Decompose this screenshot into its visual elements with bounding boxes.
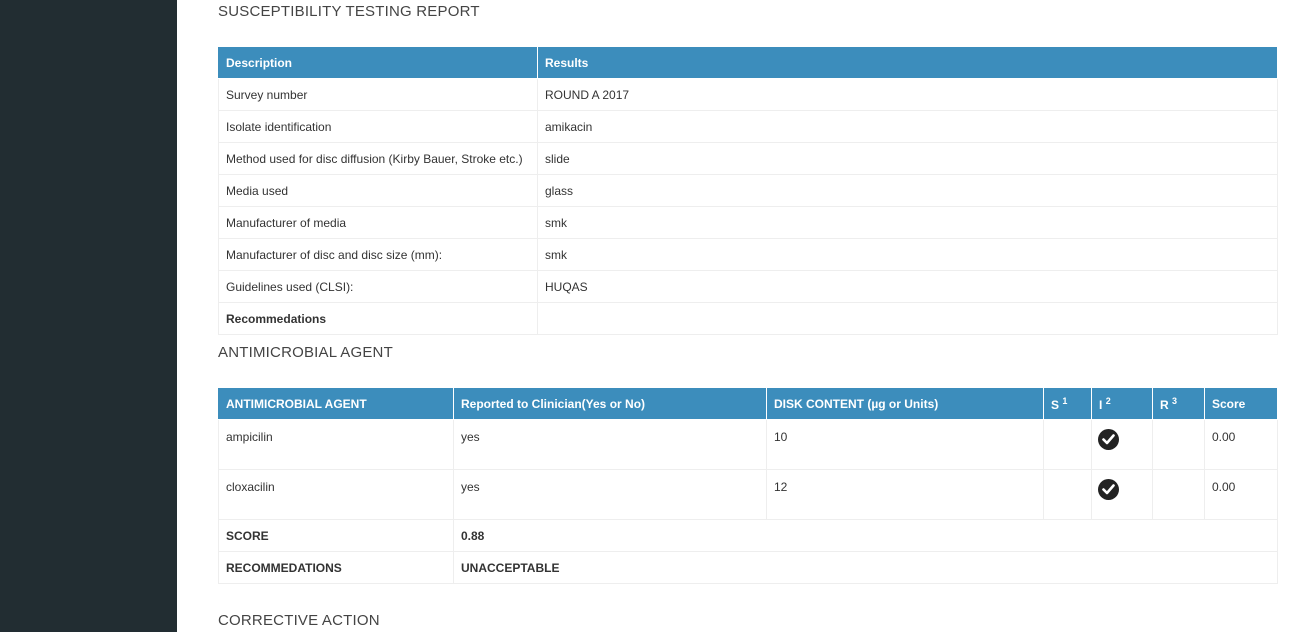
r-superscript: 3 — [1172, 395, 1178, 406]
column-header-agent: ANTIMICROBIAL AGENT — [218, 387, 454, 420]
disk-cell: 10 — [766, 419, 1044, 470]
table-row: Manufacturer of disc and disc size (mm):… — [218, 238, 1278, 271]
row-label: Guidelines used (CLSI): — [218, 270, 538, 303]
row-label: Manufacturer of disc and disc size (mm): — [218, 238, 538, 271]
column-header-s: S 1 — [1043, 387, 1092, 420]
table-row: Isolate identification amikacin — [218, 110, 1278, 143]
row-value: amikacin — [537, 110, 1278, 143]
column-header-score: Score — [1204, 387, 1278, 420]
table-row: Survey number ROUND A 2017 — [218, 78, 1278, 111]
table-row: Guidelines used (CLSI): HUQAS — [218, 270, 1278, 303]
row-value: ROUND A 2017 — [537, 78, 1278, 111]
row-value: glass — [537, 174, 1278, 207]
table-header-row: ANTIMICROBIAL AGENT Reported to Clinicia… — [218, 387, 1278, 420]
row-label: Recommedations — [218, 302, 538, 335]
column-header: Description — [218, 46, 538, 79]
score-cell: 0.00 — [1204, 469, 1278, 520]
sidebar — [0, 0, 177, 632]
row-value: smk — [537, 206, 1278, 239]
row-value: smk — [537, 238, 1278, 271]
row-label: Survey number — [218, 78, 538, 111]
s-cell — [1043, 469, 1092, 520]
i-superscript: 2 — [1105, 395, 1111, 406]
table-row: Method used for disc diffusion (Kirby Ba… — [218, 142, 1278, 175]
agent-cell: cloxacilin — [218, 469, 454, 520]
i-label: I — [1099, 397, 1103, 412]
score-row: SCORE 0.88 — [218, 519, 1278, 552]
score-cell: 0.00 — [1204, 419, 1278, 470]
table-row: ampicilin yes 10 0.00 — [218, 419, 1278, 470]
row-value: slide — [537, 142, 1278, 175]
row-label: Isolate identification — [218, 110, 538, 143]
table-header-row: Description Results — [218, 46, 1278, 79]
column-header-i: I 2 — [1091, 387, 1153, 420]
reported-cell: yes — [453, 469, 767, 520]
r-label: R — [1160, 397, 1169, 412]
report-table: Description Results Survey number ROUND … — [218, 46, 1278, 335]
table-row: Recommedations — [218, 302, 1278, 335]
column-header-reported: Reported to Clinician(Yes or No) — [453, 387, 767, 420]
column-header-r: R 3 — [1152, 387, 1205, 420]
s-label: S — [1051, 397, 1060, 412]
table-row: Manufacturer of media smk — [218, 206, 1278, 239]
table-row: cloxacilin yes 12 0.00 — [218, 469, 1278, 520]
score-value: 0.88 — [453, 519, 1278, 552]
score-label: SCORE — [218, 519, 454, 552]
i-cell — [1091, 469, 1153, 520]
column-header: Results — [537, 46, 1278, 79]
i-cell — [1091, 419, 1153, 470]
antimicrobial-table: ANTIMICROBIAL AGENT Reported to Clinicia… — [218, 387, 1278, 584]
reported-cell: yes — [453, 419, 767, 470]
column-header-disk: DISK CONTENT (µg or Units) — [766, 387, 1044, 420]
disk-cell: 12 — [766, 469, 1044, 520]
recommendations-value: UNACCEPTABLE — [453, 551, 1278, 584]
row-value: HUQAS — [537, 270, 1278, 303]
row-label: Method used for disc diffusion (Kirby Ba… — [218, 142, 538, 175]
antimicrobial-title: ANTIMICROBIAL AGENT — [218, 344, 393, 361]
recommendations-label: RECOMMEDATIONS — [218, 551, 454, 584]
r-cell — [1152, 469, 1205, 520]
corrective-action-title: CORRECTIVE ACTION — [218, 612, 380, 629]
table-row: Media used glass — [218, 174, 1278, 207]
r-cell — [1152, 419, 1205, 470]
report-title: SUSCEPTIBILITY TESTING REPORT — [218, 3, 480, 20]
check-circle-icon — [1098, 429, 1119, 450]
s-cell — [1043, 419, 1092, 470]
recommendations-row: RECOMMEDATIONS UNACCEPTABLE — [218, 551, 1278, 584]
row-value — [537, 302, 1278, 335]
check-circle-icon — [1098, 479, 1119, 500]
row-label: Manufacturer of media — [218, 206, 538, 239]
row-label: Media used — [218, 174, 538, 207]
agent-cell: ampicilin — [218, 419, 454, 470]
s-superscript: 1 — [1062, 395, 1068, 406]
